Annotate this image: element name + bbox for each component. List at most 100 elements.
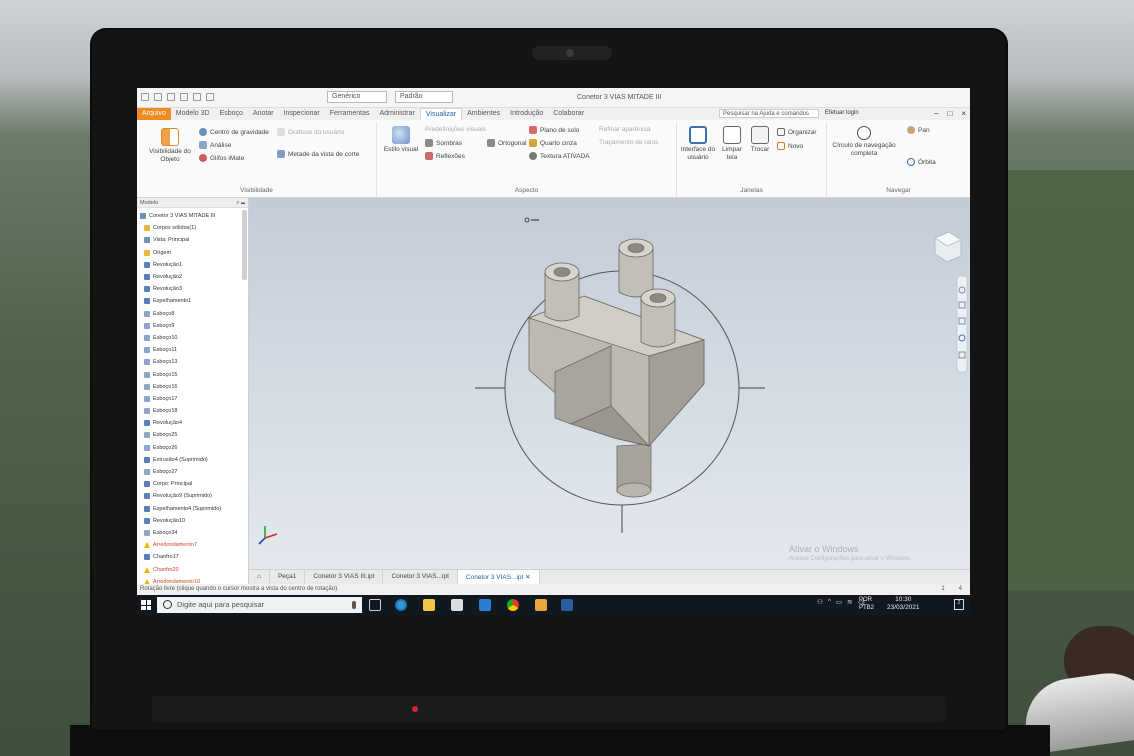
browser-tree-item[interactable]: Esboço15	[140, 368, 246, 380]
browser-tree-item[interactable]: Esboço16	[140, 381, 246, 393]
edge-icon[interactable]	[395, 599, 407, 611]
browser-tree-item[interactable]: Corpos sólidos(1)	[140, 222, 246, 234]
browser-tree-item[interactable]: Arredondamento7	[140, 539, 246, 551]
browser-tree-item[interactable]: Vista: Principal	[140, 234, 246, 246]
tab-inspect[interactable]: Inspecionar	[279, 108, 325, 120]
minimize-icon[interactable]: –	[934, 109, 938, 118]
new-icon[interactable]	[141, 93, 149, 101]
browser-tree-item[interactable]: Esboço18	[140, 405, 246, 417]
browser-tree-item[interactable]: Esboço11	[140, 344, 246, 356]
chrome-icon[interactable]	[507, 599, 519, 611]
switch-window-button[interactable]: Trocar	[747, 126, 773, 154]
tab-environments[interactable]: Ambientes	[462, 108, 505, 120]
orthographic-select[interactable]: Ortogonal	[487, 139, 527, 147]
user-graphics-button[interactable]: Gráficos do usuário	[277, 128, 344, 136]
close-tab-icon[interactable]: ✕	[525, 574, 530, 581]
browser-tree-item[interactable]: Espelhamento1	[140, 295, 246, 307]
battery-icon[interactable]: ▭	[836, 598, 842, 606]
browser-tree-item[interactable]: Revolução4	[140, 417, 246, 429]
model-view[interactable]	[249, 198, 970, 569]
task-view-icon[interactable]	[369, 599, 381, 611]
browser-tree-item[interactable]: Arredondamento10	[140, 576, 246, 584]
graphics-viewport[interactable]: Ativar o Windows Acesse Configurações pa…	[249, 198, 970, 569]
show-hidden-icons[interactable]: ^	[828, 598, 831, 606]
visual-presets-select[interactable]: Predefinições visuais	[425, 126, 486, 133]
browser-tree-item[interactable]: Esboço10	[140, 332, 246, 344]
material-select[interactable]: Genérico	[327, 91, 387, 103]
orbit-button[interactable]: Órbita	[907, 158, 936, 166]
browser-search-icon[interactable]: ⌕ ☰	[236, 200, 245, 206]
view-cube[interactable]	[934, 231, 962, 263]
browser-tree-item[interactable]: Revolução3	[140, 283, 246, 295]
mail-icon[interactable]	[479, 599, 491, 611]
store-icon[interactable]	[451, 599, 463, 611]
open-icon[interactable]	[154, 93, 162, 101]
pan-button[interactable]: Pan	[907, 126, 930, 134]
tab-view[interactable]: Visualizar	[419, 108, 463, 120]
taskbar-clock[interactable]: 10:30 23/03/2021	[887, 596, 920, 612]
browser-scrollbar[interactable]	[242, 210, 247, 280]
reflections-button[interactable]: Reflexões	[425, 152, 465, 160]
browser-tree-item[interactable]: Esboço13	[140, 356, 246, 368]
texture-button[interactable]: Textura ATIVADA	[529, 152, 590, 160]
navigation-bar[interactable]	[956, 275, 968, 373]
new-window-button[interactable]: Novo	[777, 142, 803, 150]
save-icon[interactable]	[167, 93, 175, 101]
tab-sketch[interactable]: Esboço	[215, 108, 248, 120]
redo-icon[interactable]	[193, 93, 201, 101]
network-icon[interactable]: ≋	[847, 598, 852, 606]
browser-tree-item[interactable]: Conetor 3 VIAS MITADE III	[140, 210, 246, 222]
clean-screen-button[interactable]: Limpar tela	[717, 126, 747, 162]
doc-tab-2[interactable]: Conetor 3 VIAS III.ipt	[305, 570, 384, 584]
browser-tree-item[interactable]: Chanfro20	[140, 563, 246, 575]
refine-appearance-button[interactable]: Refinar aparência	[599, 126, 650, 133]
tab-collaborate[interactable]: Colaborar	[548, 108, 589, 120]
browser-tree-item[interactable]: Revolução9 (Suprimido)	[140, 490, 246, 502]
ray-tracing-button[interactable]: Traçamento de raios	[599, 139, 658, 146]
home-icon[interactable]	[206, 93, 214, 101]
arrange-button[interactable]: Organizar	[777, 128, 817, 136]
photos-icon[interactable]	[561, 599, 573, 611]
help-search-input[interactable]: Pesquisar na Ajuda e comandos	[719, 109, 819, 118]
full-navigation-wheel-button[interactable]: Círculo de navegação completa	[827, 126, 901, 158]
center-of-gravity-button[interactable]: Centro de gravidade	[199, 128, 269, 136]
browser-tree-item[interactable]: Esboço27	[140, 466, 246, 478]
home-tab-icon[interactable]: ⌂	[249, 570, 270, 584]
doc-tab-peca1[interactable]: Peça1	[270, 570, 306, 584]
undo-icon[interactable]	[180, 93, 188, 101]
browser-tree-item[interactable]: Revolução1	[140, 259, 246, 271]
inventor-icon[interactable]	[535, 599, 547, 611]
imate-glyphs-button[interactable]: Glifos iMate	[199, 154, 244, 162]
close-icon[interactable]: ×	[961, 109, 966, 118]
doc-tab-active[interactable]: Conetor 3 VIAS...ipt ✕	[457, 570, 540, 584]
gray-room-select[interactable]: Quarto cinza	[529, 139, 577, 147]
browser-tree-item[interactable]: Corpo: Principal	[140, 478, 246, 490]
browser-tree-item[interactable]: Extrusão4 (Suprimido)	[140, 454, 246, 466]
tab-3d-model[interactable]: Modelo 3D	[171, 108, 215, 120]
taskbar-search-input[interactable]: Digite aqui para pesquisar	[157, 597, 362, 613]
maximize-icon[interactable]: □	[947, 109, 952, 118]
shadows-button[interactable]: Sombras	[425, 139, 462, 147]
input-language[interactable]: POR PTB2	[859, 596, 874, 612]
doc-tab-3[interactable]: Conetor 3 VIAS...ipt	[383, 570, 458, 584]
browser-tree-item[interactable]: Esboço26	[140, 442, 246, 454]
browser-tree-item[interactable]: Esboço17	[140, 393, 246, 405]
microphone-icon[interactable]	[352, 601, 356, 609]
connector-3d-model[interactable]	[527, 238, 706, 498]
browser-tree-item[interactable]: Revolução10	[140, 515, 246, 527]
tab-manage[interactable]: Administrar	[374, 108, 419, 120]
ground-plane-button[interactable]: Plano de solo	[529, 126, 579, 134]
tab-file[interactable]: Arquivo	[137, 108, 171, 120]
browser-tree-item[interactable]: Revolução2	[140, 271, 246, 283]
object-visibility-button[interactable]: Visibilidade do Objeto	[141, 128, 199, 164]
half-section-button[interactable]: Metade da vista de corte	[277, 150, 359, 158]
notifications-icon[interactable]: 2	[954, 599, 964, 610]
browser-tree-item[interactable]: Esboço9	[140, 320, 246, 332]
browser-tree-item[interactable]: Esboço25	[140, 429, 246, 441]
windows-start-icon[interactable]	[141, 600, 151, 610]
tab-tools[interactable]: Ferramentas	[325, 108, 375, 120]
visual-style-button[interactable]: Estilo visual	[381, 126, 421, 154]
appearance-select[interactable]: Padrão	[395, 91, 453, 103]
login-button[interactable]: Efetuar login	[825, 110, 859, 116]
browser-tree-item[interactable]: Espelhamento4 (Suprimido)	[140, 503, 246, 515]
